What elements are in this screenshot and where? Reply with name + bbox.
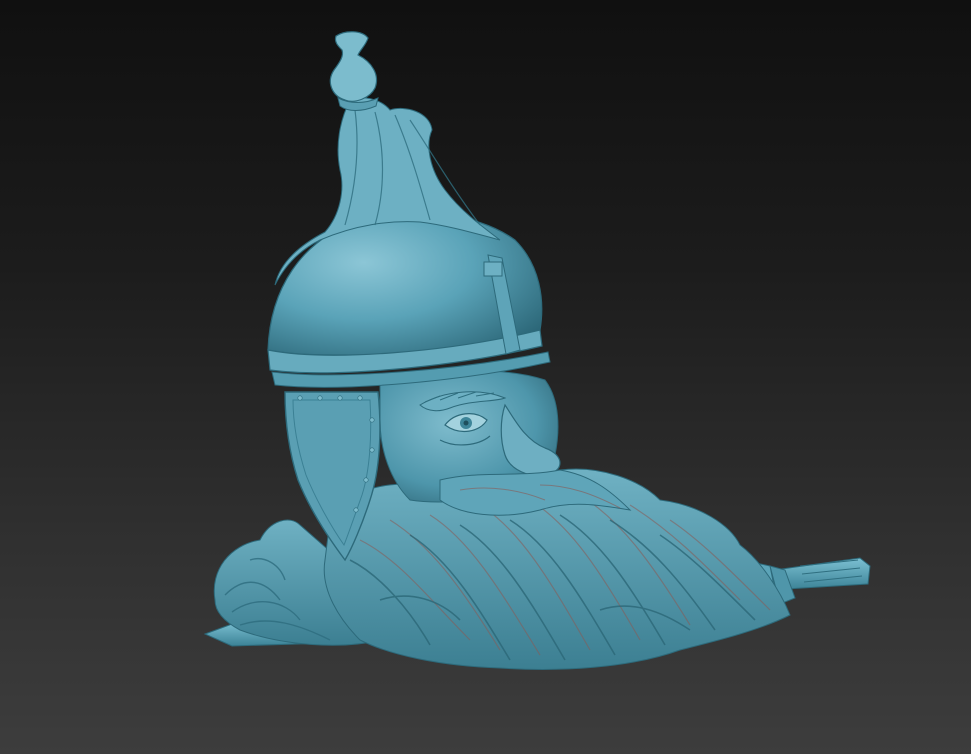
- viewport[interactable]: [0, 0, 971, 754]
- sculpt-render: [203, 31, 871, 670]
